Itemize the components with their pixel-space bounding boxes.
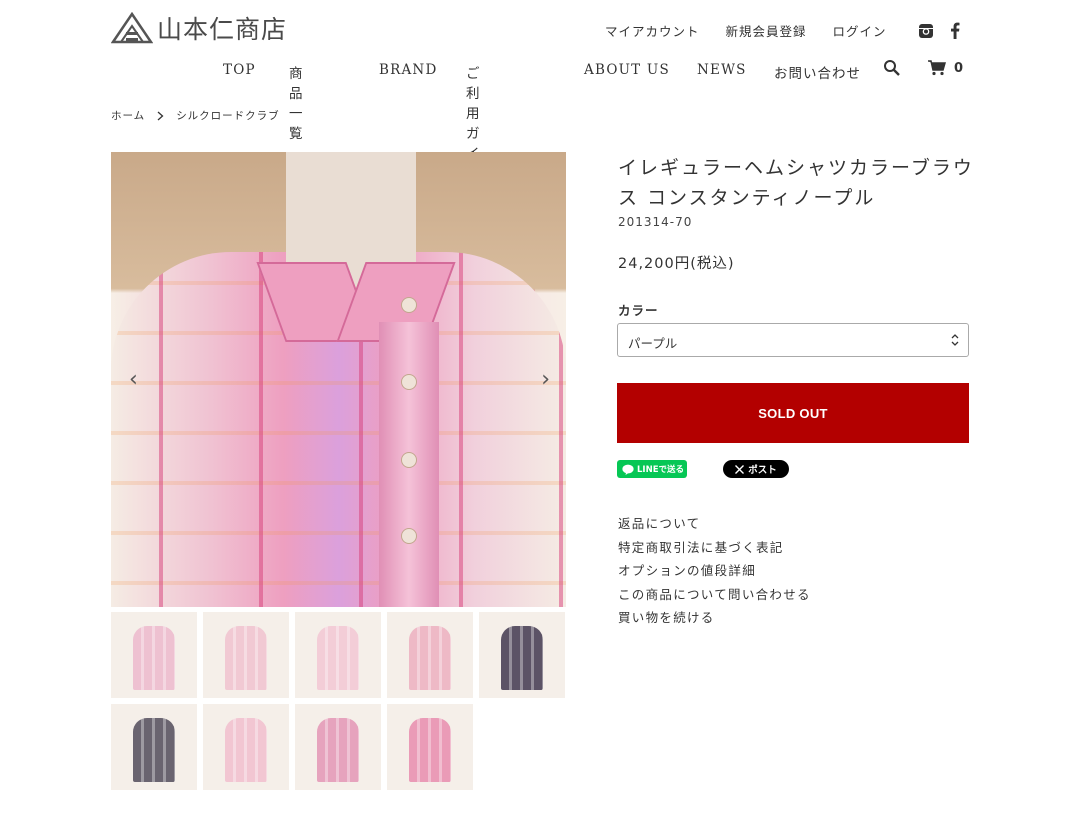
nav-products[interactable]: 商品一覧 xyxy=(289,62,304,142)
nav-about[interactable]: ABOUT US xyxy=(584,62,670,78)
product-price: 24,200円(税込) xyxy=(618,256,735,272)
cart-icon xyxy=(928,60,946,76)
legal-notice-link[interactable]: 特定商取引法に基づく表記 xyxy=(618,540,811,557)
thumbnail-garment xyxy=(317,718,359,782)
blouse-button xyxy=(401,528,417,544)
product-title: イレギュラーヘムシャツカラーブラウス コンスタンティノープル xyxy=(618,157,974,209)
facebook-icon[interactable] xyxy=(950,22,960,39)
product-thumbnail[interactable] xyxy=(111,612,197,698)
logo-mark-icon xyxy=(111,12,153,44)
product-inquiry-link[interactable]: この商品について問い合わせる xyxy=(618,587,811,604)
product-thumbnail[interactable] xyxy=(111,704,197,790)
returns-link[interactable]: 返品について xyxy=(618,516,811,533)
chevron-updown-icon xyxy=(951,334,959,346)
nav-news[interactable]: NEWS xyxy=(697,62,747,78)
x-post-button[interactable]: ポスト xyxy=(723,460,789,478)
color-select-value: パープル xyxy=(628,336,678,351)
search-icon[interactable] xyxy=(883,59,901,77)
option-pricing-link[interactable]: オプションの値段詳細 xyxy=(618,563,811,580)
product-thumbnail[interactable] xyxy=(203,612,289,698)
thumbnail-gallery xyxy=(111,612,571,790)
product-thumbnail[interactable] xyxy=(387,704,473,790)
nav-top[interactable]: TOP xyxy=(223,62,256,78)
nav-brand[interactable]: BRAND xyxy=(379,62,437,78)
thumbnail-garment xyxy=(501,626,543,690)
product-thumbnail[interactable] xyxy=(203,704,289,790)
account-nav: マイアカウント 新規会員登録 ログイン xyxy=(605,21,887,40)
continue-shopping-link[interactable]: 買い物を続ける xyxy=(618,610,811,627)
nav-contact[interactable]: お問い合わせ xyxy=(774,62,861,82)
login-link[interactable]: ログイン xyxy=(833,21,887,40)
product-main-image[interactable]: ‹ › xyxy=(111,152,566,607)
product-thumbnail[interactable] xyxy=(295,612,381,698)
info-links: 返品について 特定商取引法に基づく表記 オプションの値段詳細 この商品について問… xyxy=(618,516,811,627)
color-label: カラー xyxy=(618,303,659,318)
register-link[interactable]: 新規会員登録 xyxy=(726,21,807,40)
line-share-button[interactable]: LINEで送る xyxy=(617,460,687,478)
thumbnail-garment xyxy=(133,718,175,782)
thumbnail-garment xyxy=(225,626,267,690)
my-account-link[interactable]: マイアカウント xyxy=(605,21,700,40)
product-thumbnail[interactable] xyxy=(479,612,565,698)
sold-out-button[interactable]: SOLD OUT xyxy=(617,383,969,443)
thumbnail-garment xyxy=(409,626,451,690)
blouse-button xyxy=(401,374,417,390)
breadcrumb-home[interactable]: ホーム xyxy=(111,108,145,123)
cart-button[interactable]: 0 xyxy=(928,60,963,76)
x-post-label: ポスト xyxy=(748,465,777,476)
blouse-button xyxy=(401,452,417,468)
instagram-icon[interactable] xyxy=(918,23,934,39)
line-share-label: LINEで送る xyxy=(637,465,684,475)
thumbnail-garment xyxy=(133,626,175,690)
breadcrumb: ホーム シルクロードクラブ xyxy=(111,108,280,123)
breadcrumb-current: シルクロードクラブ xyxy=(176,110,280,122)
line-icon xyxy=(622,464,634,475)
blouse-button xyxy=(401,297,417,313)
x-icon xyxy=(735,464,745,474)
logo-text: 山本仁商店 xyxy=(157,15,288,44)
product-sku: 201314-70 xyxy=(618,215,693,229)
color-select[interactable]: パープル xyxy=(617,323,969,357)
store-logo[interactable]: 山本仁商店 xyxy=(111,10,287,46)
product-thumbnail[interactable] xyxy=(295,704,381,790)
product-thumbnail[interactable] xyxy=(387,612,473,698)
thumbnail-garment xyxy=(409,718,451,782)
prev-image-icon[interactable]: ‹ xyxy=(129,367,138,392)
cart-count: 0 xyxy=(954,60,964,76)
thumbnail-garment xyxy=(225,718,267,782)
next-image-icon[interactable]: › xyxy=(541,367,550,392)
chevron-right-icon xyxy=(157,111,164,120)
thumbnail-garment xyxy=(317,626,359,690)
social-links xyxy=(918,22,960,39)
